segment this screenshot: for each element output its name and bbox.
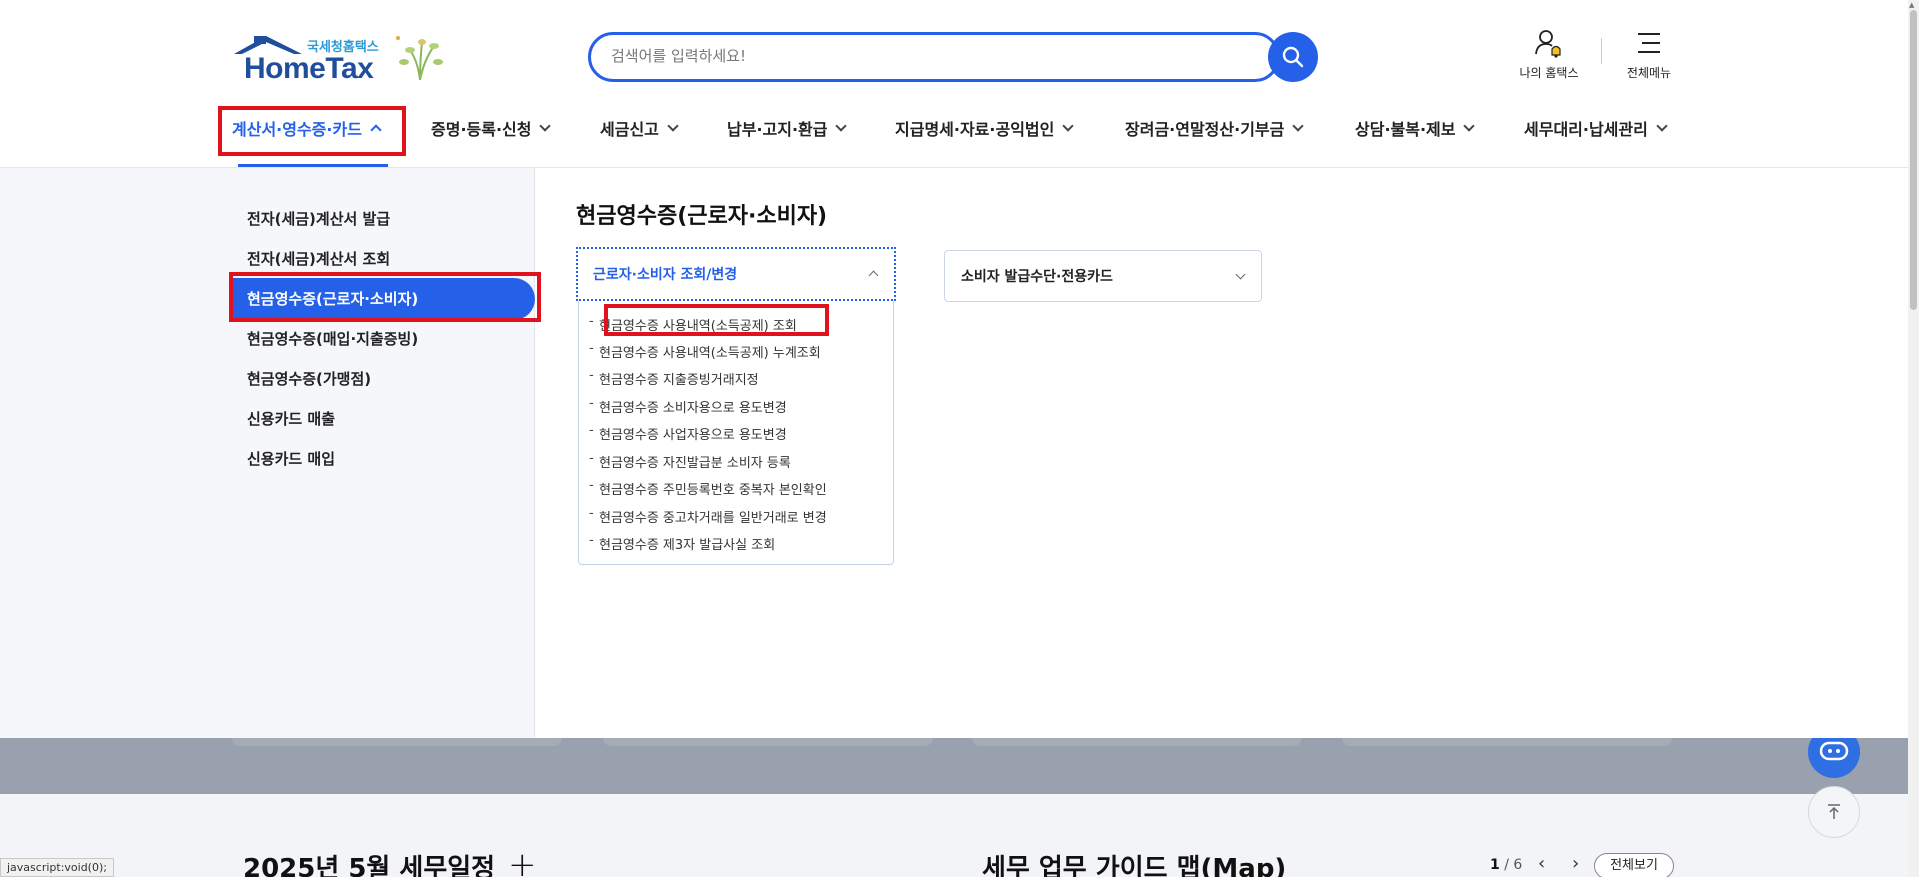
logo-plant-illustration — [396, 36, 443, 81]
chevron-down-icon — [1656, 119, 1668, 132]
pager: 1 / 6 — [1490, 857, 1523, 873]
my-hometax-button[interactable]: 나의 홈택스 — [1514, 28, 1584, 81]
submenu-item-credit-card-sales[interactable]: 신용카드 매출 — [247, 408, 335, 429]
link-cash-receipt-usage-cumulative[interactable]: 현금영수증 사용내역(소득공제) 누계조회 — [589, 341, 821, 361]
chevron-down-icon — [667, 119, 679, 132]
gnb-label: 납부·고지·환급 — [727, 120, 828, 139]
scroll-up-arrow-icon[interactable]: ▲ — [1909, 1, 1914, 9]
user-bell-icon — [1535, 30, 1561, 58]
my-hometax-label: 나의 홈택스 — [1519, 66, 1579, 80]
link-cash-receipt-self-issued[interactable]: 현금영수증 자진발급분 소비자 등록 — [589, 451, 791, 471]
tax-guide-map-title: 세무 업무 가이드 맵(Map) — [982, 854, 1287, 877]
submenu-item-e-invoice-inquiry[interactable]: 전자(세금)계산서 조회 — [247, 248, 390, 269]
gnb-label: 상담·불복·제보 — [1355, 120, 1456, 139]
accordion-consumer-inquiry-title: 근로자·소비자 조회/변경 — [593, 267, 738, 283]
view-all-button[interactable]: 전체보기 — [1594, 853, 1674, 877]
link-cash-receipt-to-consumer[interactable]: 현금영수증 소비자용으로 용도변경 — [589, 396, 787, 416]
menu-overlay-dim — [0, 738, 1908, 794]
highlight-box-gnb — [218, 106, 406, 156]
all-menu-button[interactable]: 전체메뉴 — [1616, 28, 1682, 81]
logo-wordmark: HomeTax — [244, 52, 374, 85]
mega-menu-panel: 전자(세금)계산서 발급 전자(세금)계산서 조회 현금영수증(근로자·소비자)… — [0, 168, 1908, 738]
next-arrow-icon[interactable]: › — [1572, 853, 1579, 874]
chatbot-icon — [1819, 741, 1849, 761]
link-cash-receipt-used-car[interactable]: 현금영수증 중고차거래를 일반거래로 변경 — [589, 506, 827, 526]
gnb-label: 장려금·연말정산·기부금 — [1125, 120, 1285, 139]
plus-icon[interactable]: + — [508, 845, 537, 877]
search-icon — [1282, 46, 1304, 68]
scrollbar-thumb[interactable] — [1910, 10, 1917, 310]
submenu-item-credit-card-purchase[interactable]: 신용카드 매입 — [247, 448, 335, 469]
scroll-top-button[interactable] — [1808, 786, 1860, 838]
link-cash-receipt-duplicate-id[interactable]: 현금영수증 주민등록번호 중복자 본인확인 — [589, 478, 827, 498]
hamburger-menu-icon — [1638, 33, 1660, 53]
search-box — [588, 32, 1280, 82]
search-button[interactable] — [1268, 32, 1318, 82]
chevron-down-icon — [539, 119, 552, 132]
chevron-down-icon — [835, 119, 848, 132]
all-menu-label: 전체메뉴 — [1626, 66, 1672, 80]
highlight-box-submenu — [229, 272, 541, 322]
prev-arrow-icon[interactable]: ‹ — [1538, 853, 1545, 874]
gnb-item-tax-agent[interactable]: 세무대리·납세관리 — [1524, 116, 1668, 140]
highlight-box-link — [604, 304, 829, 336]
gnb-item-consult-appeal[interactable]: 상담·불복·제보 — [1355, 116, 1476, 140]
gnb-label: 증명·등록·신청 — [431, 120, 532, 139]
gnb-label: 지급명세·자료·공익법인 — [895, 120, 1055, 139]
submenu-item-e-invoice-issue[interactable]: 전자(세금)계산서 발급 — [247, 208, 390, 229]
gnb-active-underline — [238, 164, 388, 167]
link-cash-receipt-to-business[interactable]: 현금영수증 사업자용으로 용도변경 — [589, 423, 787, 443]
gnb-item-certificates[interactable]: 증명·등록·신청 — [431, 116, 552, 140]
gnb-item-incentives-yearend[interactable]: 장려금·연말정산·기부금 — [1125, 116, 1305, 140]
chevron-down-icon — [1062, 119, 1075, 132]
link-cash-receipt-third-party[interactable]: 현금영수증 제3자 발급사실 조회 — [589, 533, 775, 553]
gnb-label: 세무대리·납세관리 — [1524, 120, 1648, 139]
util-divider — [1601, 38, 1602, 64]
gnb-item-payment-refund[interactable]: 납부·고지·환급 — [727, 116, 848, 140]
chevron-down-icon — [1463, 119, 1476, 132]
submenu-item-cash-receipt-merchant[interactable]: 현금영수증(가맹점) — [247, 368, 371, 389]
arrow-up-icon — [1828, 804, 1840, 819]
section-title: 현금영수증(근로자·소비자) — [576, 204, 828, 229]
accordion-issuance-means-title: 소비자 발급수단·전용카드 — [961, 269, 1113, 285]
gnb-label: 세금신고 — [600, 120, 659, 139]
tax-schedule-title: 2025년 5월 세무일정 — [243, 854, 496, 877]
submenu-item-cash-receipt-purchase[interactable]: 현금영수증(매입·지출증빙) — [247, 328, 418, 349]
search-input[interactable] — [611, 47, 1211, 65]
gnb-item-tax-filing[interactable]: 세금신고 — [600, 116, 679, 140]
link-cash-receipt-expense-proof[interactable]: 현금영수증 지출증빙거래지정 — [589, 368, 759, 388]
status-bar-url: javascript:void(0); — [0, 858, 114, 877]
gnb-item-payment-statements[interactable]: 지급명세·자료·공익법인 — [895, 116, 1075, 140]
chevron-down-icon — [1292, 119, 1305, 132]
